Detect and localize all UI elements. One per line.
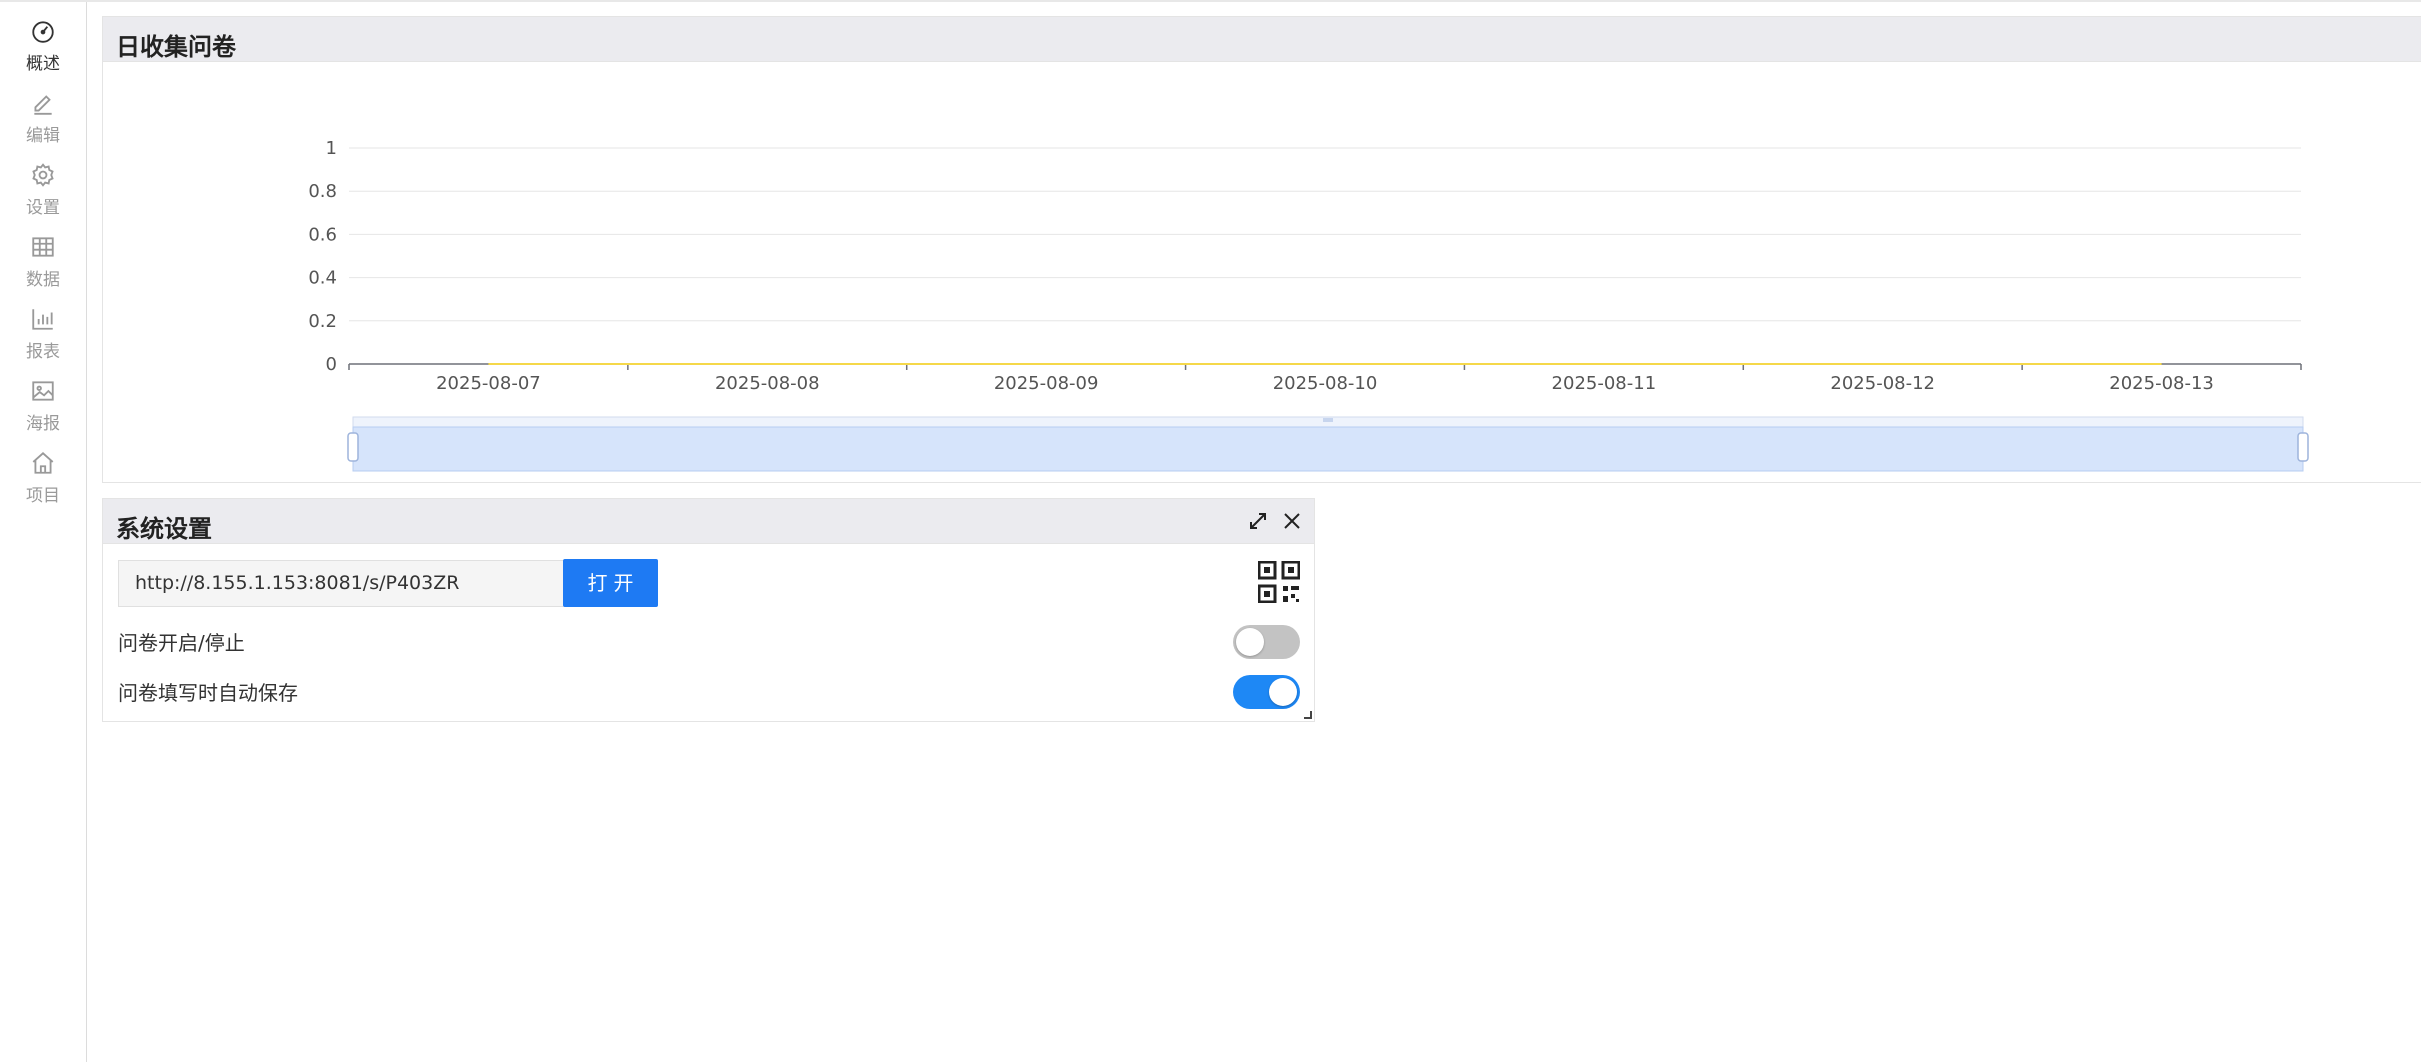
table-icon: [32, 237, 54, 257]
bar-chart-icon: [32, 309, 53, 330]
sidebar-item-label: 概述: [26, 54, 60, 74]
sidebar-item-data[interactable]: 数据: [0, 234, 86, 296]
y-tick-label: 1: [326, 138, 337, 159]
x-tick-label: 2025-08-13: [2109, 373, 2214, 394]
x-tick-label: 2025-08-09: [994, 373, 1099, 394]
autosave-toggle[interactable]: [1233, 675, 1300, 709]
sidebar-item-project[interactable]: 项目: [0, 450, 86, 512]
sidebar-item-label: 项目: [26, 486, 60, 506]
home-icon: [32, 452, 54, 474]
daily-chart: 0 0.2 0.4 0.6 0.8 1 2025-08-07 2025-08-08 2025-0…: [308, 138, 2309, 472]
dashboard-icon: [32, 21, 54, 43]
close-icon[interactable]: [1280, 509, 1304, 533]
sidebar-item-report[interactable]: 报表: [0, 306, 86, 368]
x-tick-label: 2025-08-11: [1552, 373, 1657, 394]
gear-icon: [32, 163, 54, 187]
sidebar-item-label: 编辑: [26, 126, 60, 146]
sidebar-item-overview[interactable]: 概述: [0, 18, 86, 80]
toggle-open-label: 问卷开启/停止: [118, 631, 245, 655]
toggle-autosave-label: 问卷填写时自动保存: [118, 681, 298, 705]
y-tick-label: 0.6: [308, 224, 337, 245]
datazoom-left-handle: [347, 432, 359, 462]
open-button[interactable]: 打开: [563, 559, 658, 607]
panel-header: 系统设置: [103, 499, 1314, 544]
x-tick-label: 2025-08-07: [436, 373, 541, 394]
sidebar-item-label: 设置: [26, 198, 60, 218]
x-tick-label: 2025-08-08: [715, 373, 820, 394]
sidebar-item-label: 报表: [26, 342, 60, 362]
sidebar-item-label: 数据: [26, 270, 60, 290]
pencil-icon: [34, 95, 52, 115]
panel-title: 系统设置: [116, 515, 212, 543]
sidebar-item-poster[interactable]: 海报: [0, 378, 86, 440]
system-settings-panel: 系统设置 http://8.155.1.153:8081/s/P403ZR 打开…: [102, 498, 1315, 722]
datazoom-move-handle: [1323, 418, 1333, 422]
y-tick-label: 0.2: [308, 311, 337, 332]
survey-open-toggle[interactable]: [1233, 625, 1300, 659]
survey-url-field[interactable]: http://8.155.1.153:8081/s/P403ZR: [118, 560, 566, 607]
top-border: [0, 0, 2421, 2]
expand-icon[interactable]: [1246, 509, 1270, 533]
sidebar: 概述 编辑 设置 数据 报表 海报 项目: [0, 2, 87, 1062]
qr-code-icon[interactable]: [1258, 561, 1300, 603]
sidebar-item-settings[interactable]: 设置: [0, 162, 86, 224]
datazoom-right-handle: [2297, 432, 2309, 462]
toggle-knob: [1236, 628, 1264, 656]
image-icon: [32, 381, 54, 401]
x-tick-label: 2025-08-12: [1830, 373, 1935, 394]
daily-collection-panel: 日收集问卷 0 0.2 0.4 0.6 0.8 1 2025-08-07 2025-08-08…: [102, 16, 2421, 483]
y-tick-label: 0.4: [308, 268, 337, 289]
y-tick-label: 0.8: [308, 181, 337, 202]
sidebar-item-label: 海报: [26, 414, 60, 434]
resize-handle[interactable]: [1304, 711, 1312, 719]
datazoom-selection: [352, 426, 2304, 472]
sidebar-item-edit[interactable]: 编辑: [0, 90, 86, 152]
y-tick-label: 0: [326, 354, 337, 375]
toggle-knob: [1269, 678, 1297, 706]
x-tick-label: 2025-08-10: [1273, 373, 1378, 394]
